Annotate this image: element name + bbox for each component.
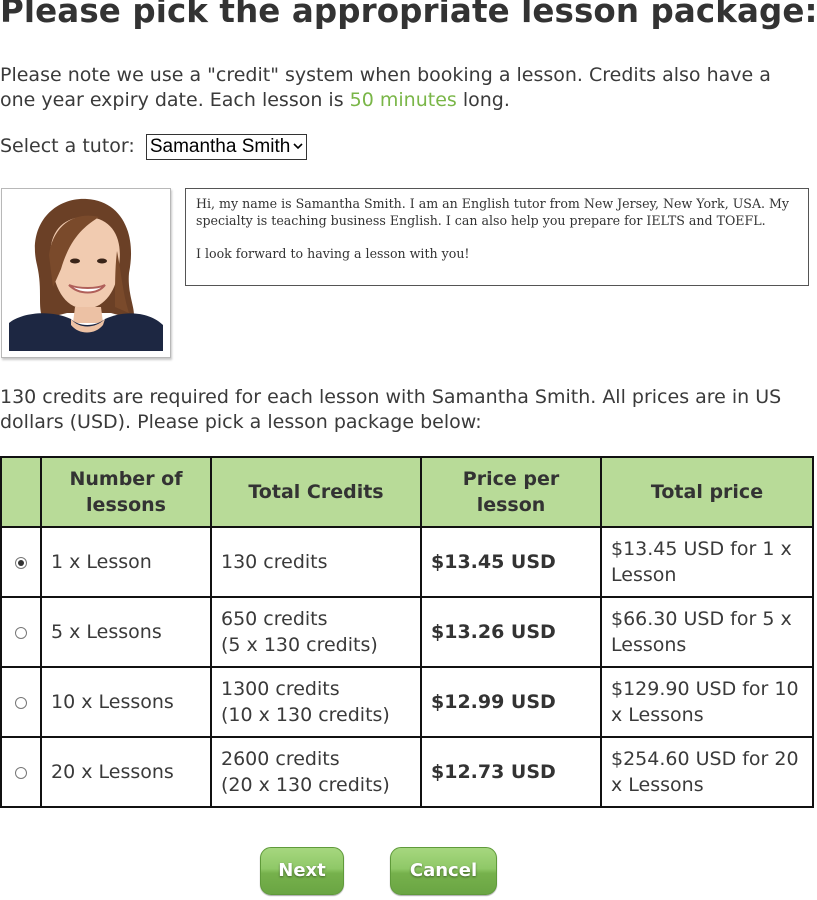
radio-cell <box>0 526 42 598</box>
header-select <box>0 456 42 528</box>
tutor-select-label: Select a tutor: <box>0 135 135 157</box>
credits-cell: 2600 credits (20 x 130 credits) <box>210 736 422 808</box>
package-radio-1[interactable] <box>15 556 27 569</box>
credits-cell: 1300 credits (10 x 130 credits) <box>210 666 422 738</box>
tutor-selector-row: Select a tutor: Samantha Smith <box>0 132 308 160</box>
package-radio-5[interactable] <box>15 626 27 639</box>
radio-cell <box>0 666 42 738</box>
lesson-duration: 50 minutes <box>349 89 457 111</box>
credits-cell: 130 credits <box>210 526 422 598</box>
header-number-of-lessons: Number of lessons <box>40 456 212 528</box>
total-price-cell: $13.45 USD for 1 x Lesson <box>600 526 814 598</box>
package-radio-10[interactable] <box>15 696 27 709</box>
radio-cell <box>0 596 42 668</box>
lessons-cell: 1 x Lesson <box>40 526 212 598</box>
tutor-photo-icon <box>9 195 163 351</box>
tutor-bio: Hi, my name is Samantha Smith. I am an E… <box>185 188 809 286</box>
header-total-credits: Total Credits <box>210 456 422 528</box>
price-per-lesson-cell: $13.45 USD <box>420 526 602 598</box>
price-per-lesson-cell: $13.26 USD <box>420 596 602 668</box>
table-row[interactable]: 1 x Lesson 130 credits $13.45 USD $13.45… <box>0 526 814 598</box>
tutor-photo <box>1 188 171 358</box>
credits-total: 1300 credits <box>221 678 340 700</box>
lessons-cell: 5 x Lessons <box>40 596 212 668</box>
tutor-select[interactable]: Samantha Smith <box>145 133 308 160</box>
lesson-package-table: Number of lessons Total Credits Price pe… <box>0 456 814 808</box>
next-button[interactable]: Next <box>260 847 344 895</box>
cancel-button[interactable]: Cancel <box>390 847 497 895</box>
total-price-cell: $254.60 USD for 20 x Lessons <box>600 736 814 808</box>
lessons-cell: 20 x Lessons <box>40 736 212 808</box>
total-price-cell: $129.90 USD for 10 x Lessons <box>600 666 814 738</box>
price-per-lesson-cell: $12.73 USD <box>420 736 602 808</box>
table-header-row: Number of lessons Total Credits Price pe… <box>0 456 814 528</box>
credits-breakdown: (10 x 130 credits) <box>221 704 390 726</box>
header-price-per-lesson: Price per lesson <box>420 456 602 528</box>
intro-text-end: long. <box>456 89 510 111</box>
chevron-down-icon <box>293 143 303 150</box>
credits-total: 130 credits <box>221 551 328 573</box>
lessons-cell: 10 x Lessons <box>40 666 212 738</box>
price-per-lesson-cell: $12.99 USD <box>420 666 602 738</box>
header-total-price: Total price <box>600 456 814 528</box>
package-radio-20[interactable] <box>15 766 27 779</box>
radio-cell <box>0 736 42 808</box>
table-row[interactable]: 5 x Lessons 650 credits (5 x 130 credits)… <box>0 596 814 668</box>
credits-total: 650 credits <box>221 608 328 630</box>
table-row[interactable]: 20 x Lessons 2600 credits (20 x 130 credi… <box>0 736 814 808</box>
total-price-cell: $66.30 USD for 5 x Lessons <box>600 596 814 668</box>
tutor-bio-paragraph: Hi, my name is Samantha Smith. I am an E… <box>196 196 790 228</box>
credits-note: 130 credits are required for each lesson… <box>0 386 782 433</box>
table-row[interactable]: 10 x Lessons 1300 credits (10 x 130 credi… <box>0 666 814 738</box>
intro-text: Please note we use a "credit" system whe… <box>0 63 812 113</box>
credits-breakdown: (5 x 130 credits) <box>221 634 378 656</box>
credits-breakdown: (20 x 130 credits) <box>221 774 390 796</box>
credits-total: 2600 credits <box>221 748 340 770</box>
credits-cell: 650 credits (5 x 130 credits) <box>210 596 422 668</box>
tutor-bio-closing: I look forward to having a lesson with y… <box>196 245 470 261</box>
page-title: Please pick the appropriate lesson packa… <box>0 0 817 30</box>
tutor-select-value: Samantha Smith <box>149 135 291 157</box>
